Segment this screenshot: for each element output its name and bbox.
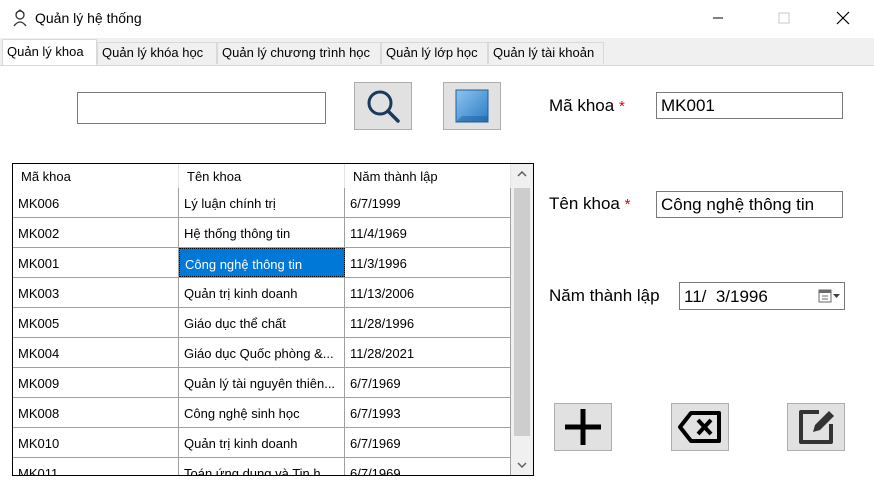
scroll-thumb[interactable] [514, 188, 530, 436]
chevron-up-icon [517, 171, 527, 177]
cell-ten-khoa[interactable]: Giáo dục Quốc phòng &... [179, 338, 345, 367]
ten-khoa-label-text: Tên khoa [549, 194, 620, 213]
nam-thanh-lap-datepicker[interactable]: 11/ 3/1996 [679, 282, 845, 310]
calendar-icon [818, 289, 840, 303]
required-mark: * [618, 98, 625, 115]
cell-ma-khoa[interactable]: MK005 [13, 308, 179, 337]
cell-ma-khoa[interactable]: MK006 [13, 188, 179, 217]
column-header-ma-khoa[interactable]: Mã khoa [13, 164, 179, 188]
column-header-ten-khoa[interactable]: Tên khoa [179, 164, 345, 188]
plus-icon [565, 409, 601, 445]
refresh-button[interactable] [443, 82, 501, 130]
edit-button[interactable] [787, 403, 845, 451]
tab-quan-ly-khoa[interactable]: Quản lý khoa [2, 39, 97, 65]
backspace-icon [678, 411, 721, 443]
minimize-icon [713, 17, 723, 19]
table-row[interactable]: MK011 Toán ứng dụng và Tin h... 6/7/1969 [13, 458, 511, 475]
cell-ten-khoa[interactable]: Hệ thống thông tin [179, 218, 345, 247]
maximize-icon [778, 12, 790, 24]
grid-scrollbar[interactable] [511, 164, 533, 475]
nam-thanh-lap-label: Năm thành lập [549, 286, 660, 305]
khoa-data-grid[interactable]: Mã khoa Tên khoa Năm thành lập MK006 Lý l… [12, 163, 534, 476]
add-button[interactable] [554, 403, 612, 451]
cell-nam-thanh-lap[interactable]: 11/28/2021 [345, 338, 511, 367]
table-row[interactable]: MK003 Quản trị kinh doanh 11/13/2006 [13, 278, 511, 308]
title-bar: Quản lý hệ thống [0, 0, 874, 38]
cell-nam-thanh-lap[interactable]: 11/13/2006 [345, 278, 511, 307]
cell-nam-thanh-lap[interactable]: 6/7/1993 [345, 398, 511, 427]
cell-ma-khoa[interactable]: MK001 [13, 248, 179, 277]
cell-nam-thanh-lap[interactable]: 11/3/1996 [345, 248, 511, 277]
cell-nam-thanh-lap[interactable]: 6/7/1999 [345, 188, 511, 217]
tab-quan-ly-chuong-trinh-hoc[interactable]: Quản lý chương trình học [217, 42, 381, 64]
cell-ten-khoa[interactable]: Toán ứng dụng và Tin h... [179, 458, 345, 475]
close-icon [836, 11, 850, 25]
cell-ten-khoa[interactable]: Quản trị kinh doanh [179, 428, 345, 457]
cell-ma-khoa[interactable]: MK010 [13, 428, 179, 457]
cell-nam-thanh-lap[interactable]: 11/28/1996 [345, 308, 511, 337]
tab-quan-ly-lop-hoc[interactable]: Quản lý lớp học [381, 42, 488, 64]
cell-ma-khoa[interactable]: MK002 [13, 218, 179, 247]
cell-ten-khoa[interactable]: Lý luận chính trị [179, 188, 345, 217]
cell-ten-khoa[interactable]: Giáo dục thể chất [179, 308, 345, 337]
ma-khoa-field[interactable]: MK001 [656, 92, 843, 119]
grid-header: Mã khoa Tên khoa Năm thành lập [13, 164, 511, 188]
cell-ten-khoa[interactable]: Quản lý tài nguyên thiên... [179, 368, 345, 397]
minimize-button[interactable] [695, 0, 741, 36]
calendar-dropdown-button[interactable] [818, 288, 840, 304]
cell-ma-khoa[interactable]: MK004 [13, 338, 179, 367]
cell-nam-thanh-lap[interactable]: 6/7/1969 [345, 458, 511, 475]
grid-body: MK006 Lý luận chính trị 6/7/1999 MK002 Hệ th… [13, 188, 511, 475]
table-row[interactable]: MK005 Giáo dục thể chất 11/28/1996 [13, 308, 511, 338]
search-button[interactable] [354, 82, 412, 130]
tab-strip: Quản lý khoa Quản lý khóa học Quản lý ch… [0, 38, 874, 66]
cell-ten-khoa[interactable]: Công nghệ sinh học [179, 398, 345, 427]
edit-icon [799, 410, 834, 444]
table-row[interactable]: MK009 Quản lý tài nguyên thiên... 6/7/1969 [13, 368, 511, 398]
cell-ten-khoa[interactable]: Quản trị kinh doanh [179, 278, 345, 307]
table-row[interactable]: MK010 Quản trị kinh doanh 6/7/1969 [13, 428, 511, 458]
column-header-nam-thanh-lap[interactable]: Năm thành lập [345, 164, 511, 188]
refresh-icon [455, 89, 489, 123]
table-row[interactable]: MK006 Lý luận chính trị 6/7/1999 [13, 188, 511, 218]
nam-thanh-lap-value: 11/ 3/1996 [684, 287, 768, 306]
search-icon [367, 90, 400, 123]
search-input[interactable] [77, 92, 326, 124]
scroll-up-arrow[interactable] [511, 164, 533, 184]
table-row[interactable]: MK002 Hệ thống thông tin 11/4/1969 [13, 218, 511, 248]
ma-khoa-label: Mã khoa * [549, 96, 625, 116]
cell-nam-thanh-lap[interactable]: 11/4/1969 [345, 218, 511, 247]
ten-khoa-field[interactable]: Công nghệ thông tin [656, 191, 843, 218]
table-row[interactable]: MK001 Công nghệ thông tin 11/3/1996 [13, 248, 511, 278]
maximize-button[interactable] [761, 0, 807, 36]
scroll-down-arrow[interactable] [511, 455, 533, 475]
cell-ma-khoa[interactable]: MK008 [13, 398, 179, 427]
cell-ten-khoa[interactable]: Công nghệ thông tin [179, 248, 345, 277]
required-mark: * [624, 196, 631, 213]
table-row[interactable]: MK008 Công nghệ sinh học 6/7/1993 [13, 398, 511, 428]
ten-khoa-label: Tên khoa * [549, 194, 630, 214]
window-title: Quản lý hệ thống [35, 10, 142, 26]
delete-button[interactable] [671, 403, 729, 451]
cell-ma-khoa[interactable]: MK009 [13, 368, 179, 397]
cell-nam-thanh-lap[interactable]: 6/7/1969 [345, 368, 511, 397]
ma-khoa-label-text: Mã khoa [549, 96, 615, 115]
app-icon [13, 9, 27, 27]
cell-nam-thanh-lap[interactable]: 6/7/1969 [345, 428, 511, 457]
tab-quan-ly-tai-khoan[interactable]: Quản lý tài khoản [488, 42, 604, 64]
close-button[interactable] [820, 0, 866, 36]
table-row[interactable]: MK004 Giáo dục Quốc phòng &... 11/28/2021 [13, 338, 511, 368]
cell-ma-khoa[interactable]: MK003 [13, 278, 179, 307]
cell-ma-khoa[interactable]: MK011 [13, 458, 179, 475]
chevron-down-icon [517, 462, 527, 468]
tab-quan-ly-khoa-hoc[interactable]: Quản lý khóa học [97, 42, 217, 64]
